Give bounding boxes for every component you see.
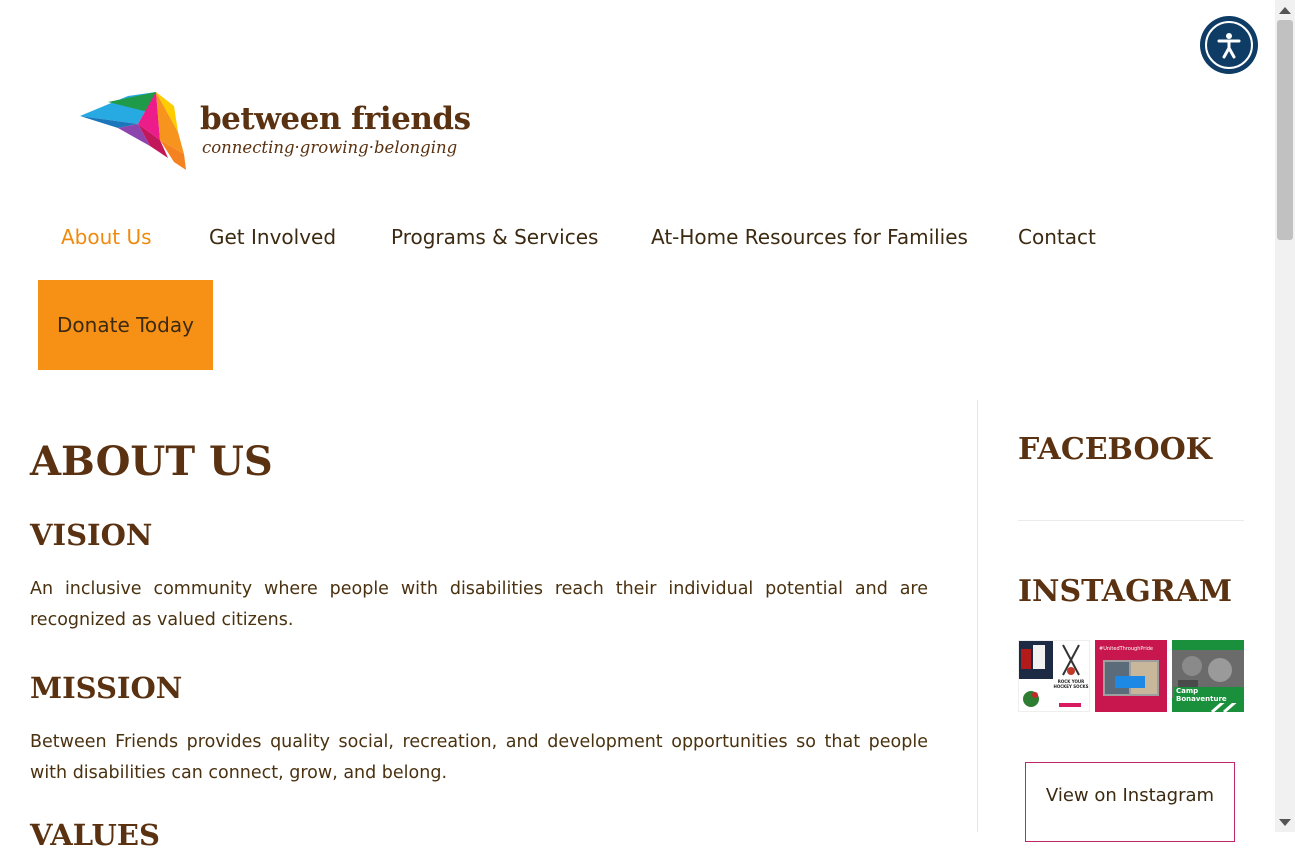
page-title: ABOUT US	[30, 438, 273, 485]
scroll-down-icon[interactable]	[1279, 819, 1291, 826]
brand-name: between friends	[200, 101, 471, 137]
main-nav: About Us Get Involved Programs & Service…	[0, 222, 1150, 252]
nav-item-get-involved[interactable]: Get Involved	[209, 222, 336, 252]
nav-item-about-us[interactable]: About Us	[61, 222, 152, 252]
instagram-post-caption: ROCK YOUR HOCKEY SOCKS	[1053, 679, 1089, 689]
brand-tagline: connecting·growing·belonging	[202, 138, 458, 157]
page-scrollbar[interactable]	[1275, 0, 1295, 832]
values-heading: VALUES	[30, 818, 160, 852]
scroll-thumb[interactable]	[1277, 20, 1293, 240]
instagram-post[interactable]: Camp Bonaventure	[1172, 640, 1244, 712]
nav-item-programs-services[interactable]: Programs & Services	[391, 222, 598, 252]
vision-heading: VISION	[30, 518, 153, 552]
instagram-post-caption: #UnitedThroughPride	[1099, 646, 1153, 652]
facebook-heading: FACEBOOK	[1018, 432, 1212, 467]
mission-text: Between Friends provides quality social,…	[30, 732, 928, 783]
instagram-heading: INSTAGRAM	[1018, 574, 1233, 609]
instagram-feed: ROCK YOUR HOCKEY SOCKS #UnitedThroughPri…	[1018, 640, 1244, 712]
site-logo[interactable]: between friends connecting·growing·belon…	[30, 50, 500, 210]
instagram-post-caption: Camp Bonaventure	[1174, 687, 1244, 703]
accessibility-button[interactable]	[1200, 16, 1258, 74]
sidebar-divider	[1018, 520, 1244, 521]
mission-heading: MISSION	[30, 671, 183, 705]
scroll-up-icon[interactable]	[1279, 7, 1291, 14]
view-on-instagram-button[interactable]: View on Instagram	[1025, 762, 1235, 842]
content-divider	[977, 400, 978, 832]
kite-logo-icon	[80, 92, 186, 170]
vision-text: An inclusive community where people with…	[30, 579, 928, 630]
accessibility-icon	[1205, 21, 1253, 69]
nav-item-contact[interactable]: Contact	[1018, 222, 1096, 252]
instagram-post[interactable]: ROCK YOUR HOCKEY SOCKS	[1018, 640, 1090, 712]
donate-button[interactable]: Donate Today	[38, 280, 213, 370]
instagram-post[interactable]: #UnitedThroughPride	[1095, 640, 1167, 712]
nav-item-at-home-resources[interactable]: At-Home Resources for Families	[651, 222, 968, 252]
